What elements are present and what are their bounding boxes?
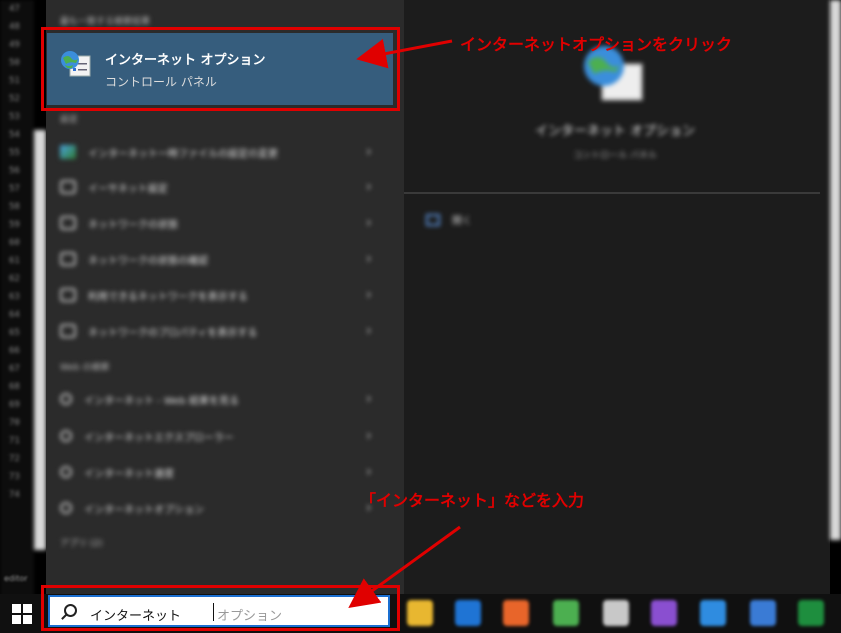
annotation-click-callout: インターネットオプションをクリック (460, 35, 733, 54)
annotation-input-callout: 「インターネット」などを入力 (360, 491, 585, 510)
arrow-to-search-box (348, 525, 461, 609)
annotation-arrows (348, 38, 461, 609)
arrow-to-best-match (356, 38, 453, 69)
